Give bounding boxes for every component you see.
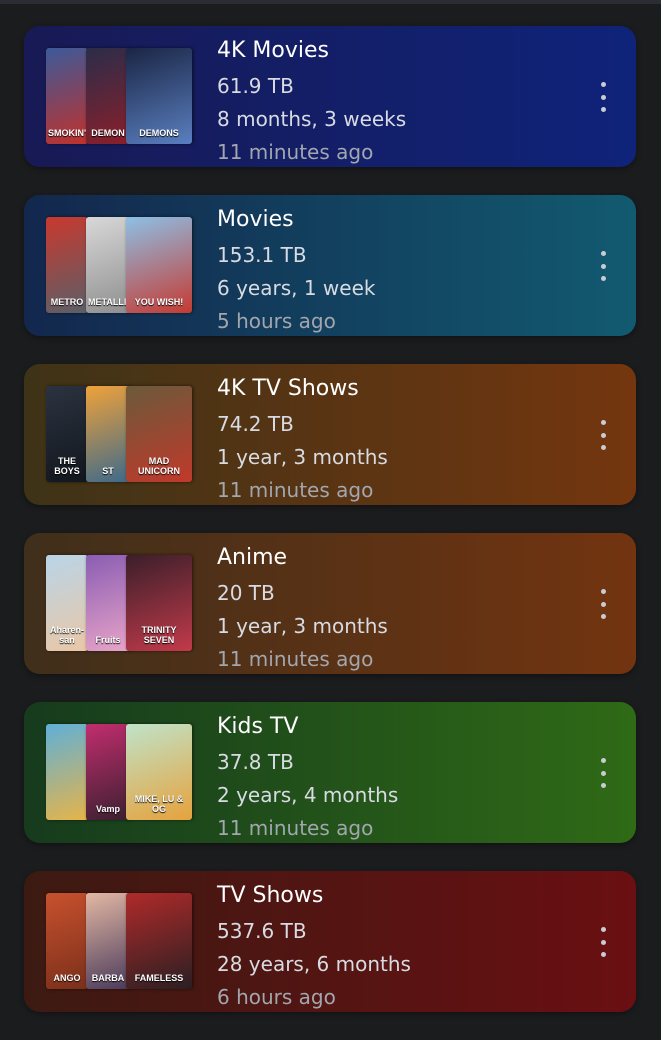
poster-thumbnail: DEMONS: [126, 48, 192, 144]
poster-caption: BARBA: [91, 973, 125, 983]
more-options-icon[interactable]: [594, 589, 612, 619]
poster-caption: MIKE, LU & OG: [134, 794, 184, 814]
library-info: Movies 153.1 TB 6 years, 1 week 5 hours …: [217, 205, 375, 336]
poster-thumbnail: TRINITY SEVEN: [126, 555, 192, 651]
library-info: TV Shows 537.6 TB 28 years, 6 months 6 h…: [217, 881, 411, 1012]
library-duration: 28 years, 6 months: [217, 952, 411, 976]
library-info: 4K Movies 61.9 TB 8 months, 3 weeks 11 m…: [217, 36, 406, 167]
library-card[interactable]: METRO METALLICA YOU WISH! Movies 153.1 T…: [24, 195, 636, 336]
more-options-icon[interactable]: [594, 82, 612, 112]
poster-caption: MAD UNICORN: [138, 456, 180, 476]
poster-stack: SMOKIN' DEMON DEMONS: [46, 48, 194, 146]
library-last-updated: 11 minutes ago: [217, 140, 374, 164]
poster-thumbnail: SMOKIN': [46, 48, 88, 144]
poster-stack: Aharen-san Fruits TRINITY SEVEN: [46, 555, 194, 653]
library-name: Movies: [217, 207, 294, 232]
poster-thumbnail: THE BOYS: [46, 386, 88, 482]
library-size: 74.2 TB: [217, 412, 294, 436]
library-duration: 6 years, 1 week: [217, 276, 376, 300]
library-card[interactable]: ANGO BARBA FAMELESS TV Shows 537.6 TB 28…: [24, 871, 636, 1012]
library-last-updated: 11 minutes ago: [217, 478, 374, 502]
library-info: Kids TV 37.8 TB 2 years, 4 months 11 min…: [217, 712, 398, 843]
library-duration: 8 months, 3 weeks: [217, 107, 407, 131]
library-duration: 2 years, 4 months: [217, 783, 399, 807]
poster-caption: METRO: [50, 297, 84, 307]
poster-caption: Aharen-san: [49, 625, 84, 645]
poster-thumbnail: METRO: [46, 217, 88, 313]
library-name: 4K TV Shows: [217, 376, 359, 401]
poster-thumbnail: Aharen-san: [46, 555, 88, 651]
library-card[interactable]: Vamp MIKE, LU & OG Kids TV 37.8 TB 2 yea…: [24, 702, 636, 843]
top-divider: [0, 0, 661, 4]
poster-thumbnail: BARBA: [86, 893, 130, 989]
poster-stack: THE BOYS ST MAD UNICORN: [46, 386, 194, 484]
poster-thumbnail: [46, 724, 88, 820]
library-card[interactable]: Aharen-san Fruits TRINITY SEVEN Anime 20…: [24, 533, 636, 674]
more-options-icon[interactable]: [594, 758, 612, 788]
library-size: 61.9 TB: [217, 74, 294, 98]
library-card[interactable]: THE BOYS ST MAD UNICORN 4K TV Shows 74.2…: [24, 364, 636, 505]
library-duration: 1 year, 3 months: [217, 445, 388, 469]
poster-thumbnail: MIKE, LU & OG: [126, 724, 192, 820]
poster-stack: METRO METALLICA YOU WISH!: [46, 217, 194, 315]
poster-caption: YOU WISH!: [134, 297, 184, 307]
library-size: 537.6 TB: [217, 919, 307, 943]
poster-stack: ANGO BARBA FAMELESS: [46, 893, 194, 991]
poster-thumbnail: YOU WISH!: [126, 217, 192, 313]
library-name: TV Shows: [217, 883, 324, 908]
library-size: 37.8 TB: [217, 750, 294, 774]
poster-caption: ANGO: [53, 973, 81, 983]
library-list: SMOKIN' DEMON DEMONS 4K Movies 61.9 TB 8…: [24, 26, 638, 1040]
poster-thumbnail: Vamp: [86, 724, 130, 820]
poster-thumbnail: Fruits: [86, 555, 130, 651]
library-size: 20 TB: [217, 581, 275, 605]
poster-thumbnail: FAMELESS: [126, 893, 192, 989]
poster-caption: Fruits: [95, 635, 121, 645]
poster-thumbnail: ANGO: [46, 893, 88, 989]
poster-caption: DEMONS: [139, 128, 179, 138]
library-last-updated: 5 hours ago: [217, 309, 336, 333]
poster-thumbnail: DEMON: [86, 48, 130, 144]
library-info: Anime 20 TB 1 year, 3 months 11 minutes …: [217, 543, 388, 674]
more-options-icon[interactable]: [594, 420, 612, 450]
more-options-icon[interactable]: [594, 251, 612, 281]
library-name: Anime: [217, 545, 288, 570]
library-name: Kids TV: [217, 714, 299, 739]
poster-caption: DEMON: [91, 128, 125, 138]
poster-caption: ST: [102, 466, 114, 476]
library-card[interactable]: SMOKIN' DEMON DEMONS 4K Movies 61.9 TB 8…: [24, 26, 636, 167]
poster-thumbnail: MAD UNICORN: [126, 386, 192, 482]
poster-caption: TRINITY SEVEN: [141, 625, 177, 645]
poster-thumbnail: ST: [86, 386, 130, 482]
library-size: 153.1 TB: [217, 243, 307, 267]
library-name: 4K Movies: [217, 38, 329, 63]
more-options-icon[interactable]: [594, 927, 612, 957]
poster-caption: THE BOYS: [54, 456, 80, 476]
poster-caption: METALLICA: [88, 297, 130, 307]
poster-caption: SMOKIN': [48, 128, 87, 138]
library-last-updated: 6 hours ago: [217, 985, 336, 1009]
library-last-updated: 11 minutes ago: [217, 647, 374, 671]
library-info: 4K TV Shows 74.2 TB 1 year, 3 months 11 …: [217, 374, 388, 505]
library-last-updated: 11 minutes ago: [217, 816, 374, 840]
poster-caption: Vamp: [95, 804, 120, 814]
poster-thumbnail: METALLICA: [86, 217, 130, 313]
poster-stack: Vamp MIKE, LU & OG: [46, 724, 194, 822]
library-duration: 1 year, 3 months: [217, 614, 388, 638]
poster-caption: FAMELESS: [134, 973, 184, 983]
